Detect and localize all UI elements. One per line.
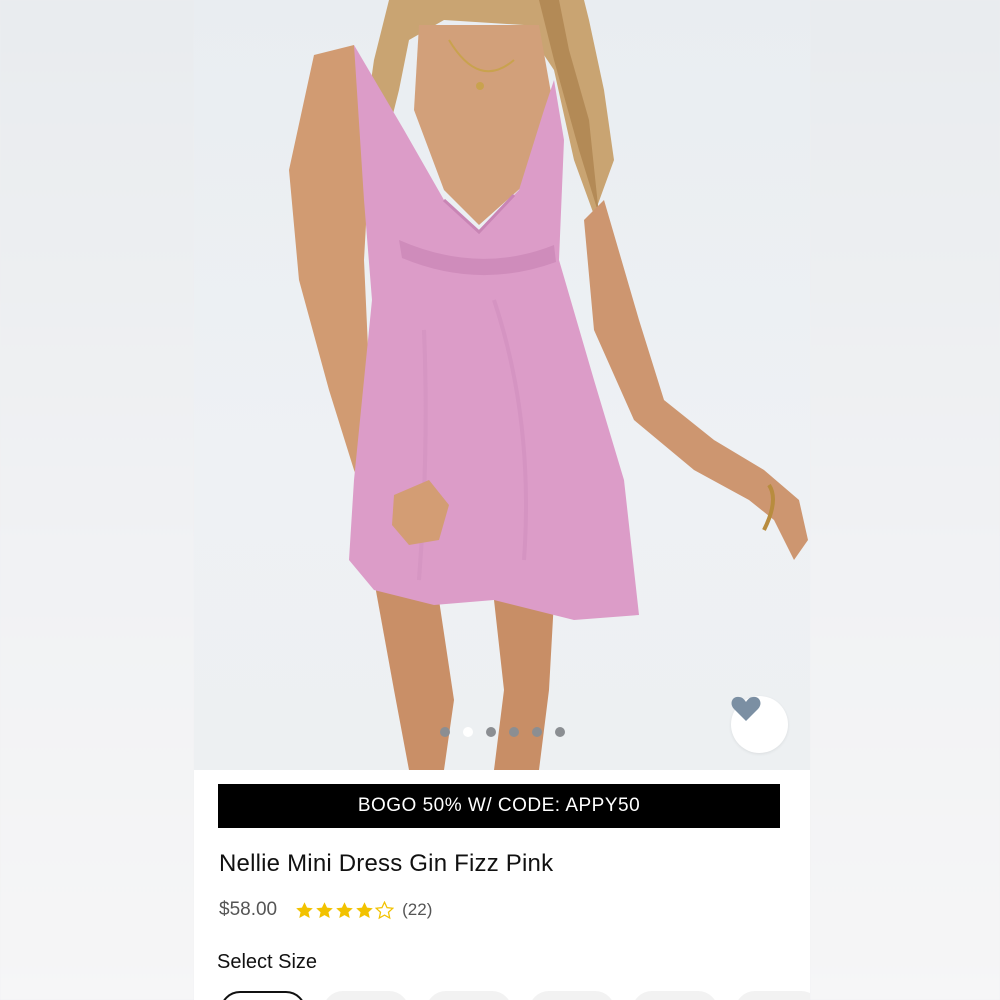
- blurred-background-left: [0, 0, 194, 1000]
- favorite-button[interactable]: [731, 696, 788, 753]
- size-option[interactable]: [632, 991, 718, 1000]
- size-option[interactable]: [426, 991, 512, 1000]
- review-count[interactable]: (22): [402, 900, 432, 920]
- gallery-dot[interactable]: [439, 727, 450, 737]
- size-options: [220, 991, 810, 1000]
- size-option[interactable]: [735, 991, 810, 1000]
- blurred-background-right: [810, 0, 1000, 1000]
- price-rating-row: $58.00 (22): [219, 896, 432, 924]
- size-option[interactable]: [529, 991, 615, 1000]
- star-full-icon: [356, 901, 373, 918]
- promo-banner[interactable]: BOGO 50% W/ CODE: APPY50: [218, 784, 780, 828]
- rating-stars[interactable]: [295, 900, 395, 920]
- gallery-dot[interactable]: [531, 727, 542, 737]
- product-title: Nellie Mini Dress Gin Fizz Pink: [219, 850, 554, 877]
- product-photo: [289, 0, 808, 770]
- product-price: $58.00: [219, 899, 278, 920]
- size-option[interactable]: [323, 991, 409, 1000]
- gallery-pagination: [194, 727, 810, 739]
- promo-banner-text: BOGO 50% W/ CODE: APPY50: [357, 795, 641, 816]
- star-full-icon: [296, 901, 313, 918]
- select-size-label: Select Size: [217, 951, 318, 973]
- gallery-dot-active[interactable]: [462, 727, 473, 737]
- star-full-icon: [316, 901, 333, 918]
- gallery-dot[interactable]: [508, 727, 519, 737]
- heart-icon: [731, 696, 761, 721]
- size-option-selected[interactable]: [220, 991, 306, 1000]
- star-full-icon: [336, 901, 353, 918]
- product-page: BOGO 50% W/ CODE: APPY50 Nellie Mini Dre…: [194, 0, 810, 1000]
- product-image-gallery[interactable]: [194, 0, 810, 770]
- gallery-dot[interactable]: [485, 727, 496, 737]
- gallery-dot[interactable]: [554, 727, 565, 737]
- star-outline-icon: [375, 900, 395, 919]
